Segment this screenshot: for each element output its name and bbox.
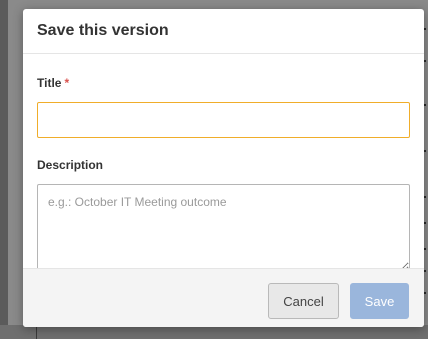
required-marker: * (64, 76, 70, 90)
cancel-button[interactable]: Cancel (268, 283, 339, 319)
background-bottom-bar (0, 325, 428, 339)
description-field-label: Description (37, 158, 104, 172)
description-textarea[interactable] (37, 184, 410, 272)
title-input[interactable] (37, 102, 410, 138)
background-divider (36, 327, 37, 339)
dialog-header: Save this version (23, 9, 424, 54)
dialog-body: Title * Description (23, 76, 424, 272)
dialog-title: Save this version (37, 22, 169, 39)
dialog-footer: Cancel Save (23, 268, 424, 327)
title-label-text: Title (37, 76, 62, 90)
title-field-label: Title * (37, 76, 410, 92)
save-button[interactable]: Save (350, 283, 409, 319)
save-version-dialog: Save this version Title* Description Can… (23, 9, 424, 327)
